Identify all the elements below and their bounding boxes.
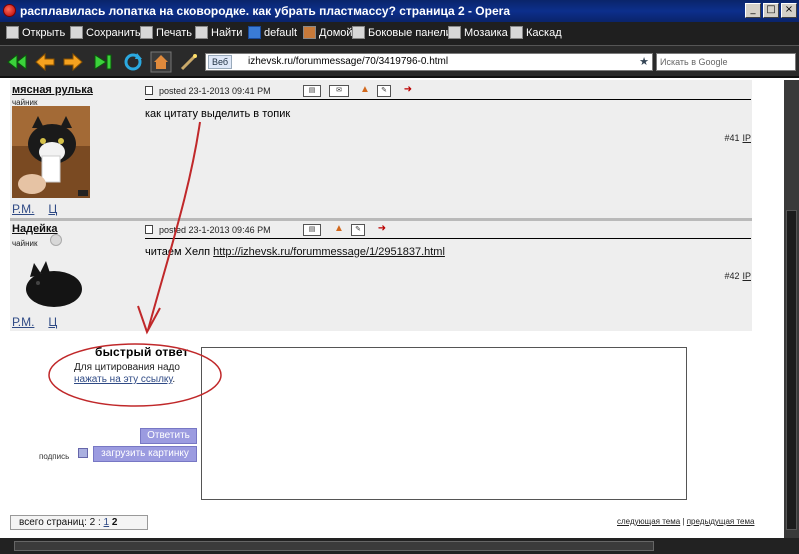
print-button[interactable]: Печать bbox=[140, 26, 192, 42]
reply-arrow-icon[interactable]: ➜ bbox=[401, 85, 415, 97]
private-message-link[interactable]: Р.М. bbox=[12, 315, 34, 329]
offline-status-icon bbox=[50, 234, 62, 246]
post-doc-icon bbox=[145, 86, 153, 95]
folder-open-icon bbox=[6, 26, 19, 39]
ip-link[interactable]: IP bbox=[742, 133, 751, 143]
maximize-button[interactable]: □ bbox=[763, 3, 779, 18]
play-icon bbox=[248, 26, 261, 39]
avatar bbox=[12, 106, 90, 198]
edit-icon[interactable]: ✎ bbox=[351, 224, 365, 236]
warning-icon[interactable]: ▲ bbox=[359, 85, 371, 97]
signature-checkbox[interactable] bbox=[78, 448, 88, 458]
window-title: расплавилась лопатка на сковородке. как … bbox=[20, 4, 510, 18]
scrollbar-thumb[interactable] bbox=[14, 541, 654, 551]
home-button[interactable]: Домой bbox=[303, 26, 353, 42]
default-session-button[interactable]: default bbox=[248, 26, 297, 42]
upload-image-button[interactable]: загрузить картинку bbox=[93, 446, 197, 462]
reply-arrow-icon[interactable]: ➜ bbox=[375, 224, 389, 236]
fast-forward-icon[interactable] bbox=[92, 51, 114, 73]
post-number: #42 IP bbox=[724, 271, 751, 281]
profile-icon[interactable]: ▤ bbox=[303, 85, 321, 97]
tile-button[interactable]: Мозаика bbox=[448, 26, 508, 42]
title-bar: расплавилась лопатка на сковородке. как … bbox=[0, 0, 799, 22]
email-icon[interactable]: ✉ bbox=[329, 85, 349, 97]
post-header: posted 23-1-2013 09:41 PM ▤ ✉ ▲ ✎ ➜ bbox=[145, 84, 751, 100]
reply-textarea[interactable] bbox=[201, 347, 687, 500]
address-badge: Веб bbox=[208, 55, 233, 69]
quick-reply-title: быстрый ответ bbox=[95, 345, 189, 359]
back-arrow-icon[interactable] bbox=[34, 51, 56, 73]
find-button[interactable]: Найти bbox=[195, 26, 242, 42]
page-2-current: 2 bbox=[111, 517, 118, 528]
ip-link[interactable]: IP bbox=[742, 271, 751, 281]
private-message-link[interactable]: Р.М. bbox=[12, 202, 34, 216]
side-panels-button[interactable]: Боковые панели bbox=[352, 26, 452, 42]
post-user-links: Р.М. Ц bbox=[12, 202, 71, 216]
wand-icon[interactable] bbox=[178, 51, 200, 73]
forum-post: мясная рулька чайник Р.М. Ц posted 23-1-2… bbox=[10, 80, 752, 218]
signature-label: подпись bbox=[39, 452, 70, 461]
post-message: читаем Хелп http://izhevsk.ru/forummessa… bbox=[145, 246, 445, 258]
prev-topic-link[interactable]: предыдущая тема bbox=[687, 517, 755, 526]
main-toolbar: Открыть Сохранить Печать Найти default Д… bbox=[0, 22, 799, 46]
post-user-links: Р.М. Ц bbox=[12, 315, 71, 329]
save-button[interactable]: Сохранить bbox=[70, 26, 141, 42]
avatar bbox=[26, 261, 82, 307]
cascade-icon bbox=[510, 26, 523, 39]
find-icon bbox=[195, 26, 208, 39]
forward-arrow-icon[interactable] bbox=[62, 51, 84, 73]
print-icon bbox=[140, 26, 153, 39]
close-button[interactable]: × bbox=[781, 3, 797, 18]
page-content: мясная рулька чайник Р.М. Ц posted 23-1-2… bbox=[0, 80, 784, 538]
cascade-button[interactable]: Каскад bbox=[510, 26, 562, 42]
home-icon[interactable] bbox=[150, 51, 172, 73]
help-link[interactable]: http://izhevsk.ru/forummessage/1/2951837… bbox=[213, 246, 445, 258]
search-placeholder: Искать в Google bbox=[660, 57, 728, 67]
url-text[interactable]: izhevsk.ru/forummessage/70/3419796-0.htm… bbox=[248, 54, 448, 70]
post-user-rank: чайник bbox=[12, 239, 38, 248]
post-date: posted 23-1-2013 09:46 PM bbox=[145, 225, 271, 235]
post-number: #41 IP bbox=[724, 133, 751, 143]
horizontal-scrollbar[interactable] bbox=[0, 538, 799, 554]
save-icon bbox=[70, 26, 83, 39]
thread-navigation: следующая тема | предыдущая тема bbox=[617, 517, 755, 526]
post-username[interactable]: мясная рулька bbox=[12, 84, 93, 96]
reload-icon[interactable] bbox=[122, 51, 144, 73]
home-icon bbox=[303, 26, 316, 39]
quote-help-link[interactable]: нажать на эту ссылку bbox=[74, 374, 172, 385]
post-header: posted 23-1-2013 09:46 PM ▤ ▲ ✎ ➜ bbox=[145, 223, 751, 239]
edit-icon[interactable]: ✎ bbox=[377, 85, 391, 97]
page-1-link[interactable]: 1 bbox=[104, 517, 110, 528]
panels-icon bbox=[352, 26, 365, 39]
reply-button[interactable]: Ответить bbox=[140, 428, 197, 444]
bookmark-star-icon[interactable]: ★ bbox=[639, 54, 649, 70]
opera-logo-icon bbox=[3, 4, 16, 17]
next-topic-link[interactable]: следующая тема bbox=[617, 517, 680, 526]
profile-icon[interactable]: ▤ bbox=[303, 224, 321, 236]
scrollbar-thumb[interactable] bbox=[786, 210, 797, 530]
tile-icon bbox=[448, 26, 461, 39]
navigation-toolbar: Веб izhevsk.ru/forummessage/70/3419796-0… bbox=[0, 46, 799, 78]
post-username[interactable]: Надейка bbox=[12, 223, 58, 235]
post-date: posted 23-1-2013 09:41 PM bbox=[145, 86, 271, 96]
pagination: всего страниц: 2 : 1 2 bbox=[10, 515, 148, 530]
search-input[interactable]: Искать в Google bbox=[656, 53, 796, 71]
quote-link[interactable]: Ц bbox=[48, 202, 57, 216]
quote-link[interactable]: Ц bbox=[48, 315, 57, 329]
minimize-button[interactable]: _ bbox=[745, 3, 761, 18]
quote-hint: Для цитирования надо нажать на эту ссылк… bbox=[74, 362, 180, 385]
vertical-scrollbar[interactable] bbox=[784, 80, 799, 538]
post-doc-icon bbox=[145, 225, 153, 234]
rewind-icon[interactable] bbox=[6, 51, 28, 73]
open-button[interactable]: Открыть bbox=[6, 26, 65, 42]
forum-post: Надейка чайник Р.М. Ц posted 23-1-2013 09… bbox=[10, 221, 752, 331]
post-message: как цитату выделить в топик bbox=[145, 108, 291, 120]
warning-icon[interactable]: ▲ bbox=[333, 224, 345, 236]
address-bar[interactable]: Веб izhevsk.ru/forummessage/70/3419796-0… bbox=[205, 53, 653, 71]
